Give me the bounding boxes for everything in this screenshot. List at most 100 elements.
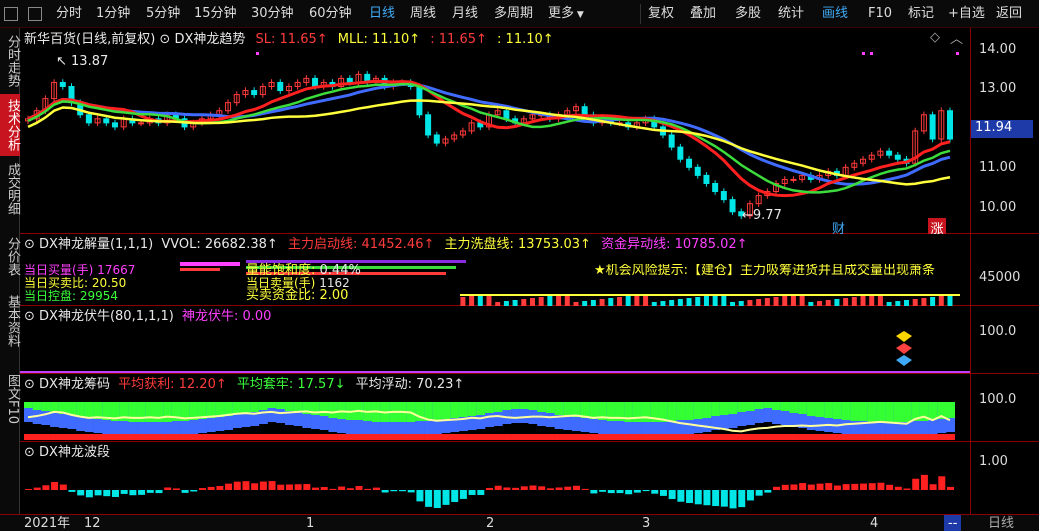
volume-bar bbox=[686, 298, 692, 306]
indicator-name[interactable]: DX神龙趋势 bbox=[174, 32, 245, 47]
back-button[interactable]: 返回 bbox=[996, 5, 1022, 23]
finance-marker[interactable]: 财 bbox=[832, 218, 850, 237]
multi-stock-button[interactable]: 多股 bbox=[735, 5, 761, 23]
side-tab-f10[interactable]: 图文F10 bbox=[0, 364, 20, 434]
side-tab-fenshi[interactable]: 分时走势 bbox=[0, 30, 20, 92]
wave-bar bbox=[59, 484, 67, 490]
settings-circle-icon[interactable]: ⊙ bbox=[24, 237, 35, 252]
stock-title: 新华百货(日线,前复权) bbox=[24, 32, 156, 47]
tab-daily[interactable]: 日线 bbox=[369, 5, 395, 23]
wave-bar bbox=[181, 490, 189, 493]
candle-body bbox=[712, 182, 719, 193]
draw-line-button[interactable]: 画线 bbox=[822, 5, 848, 23]
wave-panel[interactable]: ⊙ DX神龙波段 bbox=[20, 442, 970, 514]
main-price-panel[interactable]: 新华百货(日线,前复权) ⊙ DX神龙趋势 SL: 11.65↑ MLL: 11… bbox=[20, 28, 970, 237]
chip-bar bbox=[319, 402, 329, 416]
chip-bar bbox=[685, 434, 695, 440]
chip-bar bbox=[337, 434, 347, 440]
wave-bar bbox=[172, 488, 180, 490]
wave-bar bbox=[851, 483, 859, 490]
chip-bar bbox=[398, 434, 408, 440]
wave-bar bbox=[233, 481, 241, 490]
layout-icon[interactable] bbox=[28, 7, 42, 21]
candle-body bbox=[894, 154, 901, 160]
chip-panel[interactable]: ⊙ DX神龙筹码 平均获利: 12.20↑ 平均套牢: 17.57↓ 平均浮动:… bbox=[20, 374, 970, 442]
chip-bar bbox=[519, 402, 529, 409]
chip-bar bbox=[754, 402, 764, 409]
settings-circle-icon[interactable]: ⊙ bbox=[24, 377, 35, 392]
chip-bar bbox=[197, 434, 207, 440]
wave-bar bbox=[738, 490, 746, 508]
chevron-up-icon[interactable]: ︿ bbox=[950, 28, 963, 47]
volume-panel[interactable]: ⊙ DX神龙解量(1,1,1) VVOL: 26682.38↑ 主力启动线: 4… bbox=[20, 234, 970, 306]
chip-indicator-name[interactable]: DX神龙筹码 bbox=[39, 377, 110, 392]
chip-bar bbox=[537, 402, 547, 412]
side-tab-trades[interactable]: 成交明细 bbox=[0, 158, 20, 220]
candle-body bbox=[312, 77, 319, 87]
wave-indicator-name[interactable]: DX神龙波段 bbox=[39, 445, 110, 460]
settings-circle-icon[interactable]: ⊙ bbox=[24, 445, 35, 460]
chip-bar bbox=[667, 402, 677, 421]
side-tab-fundamentals[interactable]: 基本资料 bbox=[0, 290, 20, 352]
side-tab-price-table[interactable]: 分价表 bbox=[0, 232, 20, 280]
candle-body bbox=[103, 118, 110, 124]
settings-circle-icon[interactable]: ⊙ bbox=[159, 32, 170, 47]
diamond-icon[interactable]: ◇ bbox=[930, 30, 940, 45]
wave-bar bbox=[285, 484, 293, 490]
chip-bar bbox=[528, 402, 538, 410]
tab-weekly[interactable]: 周线 bbox=[410, 5, 436, 23]
tab-1min[interactable]: 1分钟 bbox=[96, 5, 130, 23]
chip-bar bbox=[406, 434, 416, 440]
wave-bar bbox=[346, 488, 354, 490]
side-tab-technical[interactable]: 技术分析 bbox=[0, 94, 20, 156]
chip-bar bbox=[93, 434, 103, 440]
chip-bar bbox=[667, 434, 677, 440]
tab-60min[interactable]: 60分钟 bbox=[309, 5, 352, 23]
add-watchlist-button[interactable]: +自选 bbox=[948, 5, 985, 23]
chip-bar bbox=[328, 434, 338, 440]
funiu-panel[interactable]: ⊙ DX神龙伏牛(80,1,1,1) 神龙伏牛: 0.00 bbox=[20, 306, 970, 374]
overlay-button[interactable]: 叠加 bbox=[690, 5, 716, 23]
candle-body bbox=[85, 114, 92, 124]
chip-bar bbox=[728, 402, 738, 414]
rise-marker[interactable]: 涨 bbox=[928, 218, 946, 237]
chip-bar bbox=[41, 434, 51, 440]
settings-circle-icon[interactable]: ⊙ bbox=[24, 309, 35, 324]
tab-monthly[interactable]: 月线 bbox=[452, 5, 478, 23]
chip-bar bbox=[32, 402, 42, 410]
tab-5min[interactable]: 5分钟 bbox=[146, 5, 180, 23]
wave-bar bbox=[807, 484, 815, 490]
wave-bar bbox=[868, 483, 876, 490]
tab-multi-period[interactable]: 多周期 bbox=[494, 5, 533, 23]
wave-bar bbox=[425, 490, 433, 507]
chip-bar bbox=[824, 434, 834, 440]
chip-bar bbox=[345, 434, 355, 440]
candlestick-chart[interactable] bbox=[20, 28, 970, 234]
mark-button[interactable]: 标记 bbox=[908, 5, 934, 23]
candle-body bbox=[581, 106, 588, 116]
more-menu[interactable]: 更多 ▼ bbox=[548, 5, 584, 23]
fuquan-button[interactable]: 复权 bbox=[648, 5, 674, 23]
funiu-axis: 100.0 bbox=[970, 306, 1039, 374]
funiu-indicator-name[interactable]: DX神龙伏牛(80,1,1,1) bbox=[39, 309, 174, 324]
stats-button[interactable]: 统计 bbox=[778, 5, 804, 23]
period-label[interactable]: 日线 bbox=[988, 515, 1014, 531]
window-icon[interactable] bbox=[4, 7, 18, 21]
f10-button[interactable]: F10 bbox=[868, 5, 892, 23]
chip-bar bbox=[145, 402, 155, 422]
control-text: 当日控盘: 29954 bbox=[24, 289, 119, 303]
wave-chart[interactable] bbox=[20, 442, 970, 514]
signal-dot bbox=[870, 52, 873, 55]
stock-chart-window: { "toolbar": { "items": ["分时","1分钟","5分钟… bbox=[0, 0, 1039, 531]
axis-label: 13.00 bbox=[979, 81, 1017, 96]
chip-bar bbox=[632, 402, 642, 422]
tab-30min[interactable]: 30分钟 bbox=[251, 5, 294, 23]
wave-bar bbox=[668, 490, 676, 500]
tab-fenshi[interactable]: 分时 bbox=[56, 5, 82, 23]
chip-bar bbox=[154, 402, 164, 422]
chip-bar bbox=[311, 434, 321, 440]
tab-15min[interactable]: 15分钟 bbox=[194, 5, 237, 23]
chip-bar bbox=[824, 402, 834, 418]
volume-indicator-name[interactable]: DX神龙解量(1,1,1) bbox=[39, 237, 153, 252]
chip-bar bbox=[511, 434, 521, 440]
